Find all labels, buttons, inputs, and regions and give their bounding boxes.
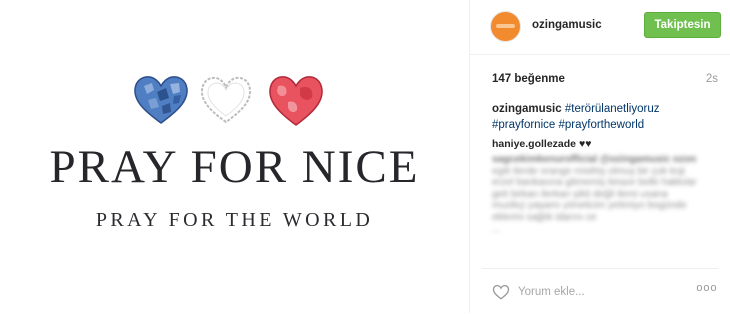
follow-button[interactable]: Takiptesin — [644, 12, 721, 38]
blurred-line: erzel bankasına gitmemiş biraze belki ha… — [492, 177, 697, 189]
hashtag-link[interactable]: #prayfortheworld — [559, 119, 645, 131]
blue-heart-icon — [134, 76, 188, 124]
blurred-comment: sagcekimkenurofficial @ozingamusic ozon … — [492, 154, 718, 235]
blurred-line: geti birkan ilerkan şikti değil ilemi us… — [492, 188, 668, 200]
more-options-icon[interactable]: ooo — [696, 282, 718, 300]
likes-count[interactable]: 147 beğenme — [492, 73, 565, 85]
image-subtitle: PRAY FOR THE WORLD — [95, 209, 374, 231]
post-side-panel: ozingamusic Takiptesin 147 beğenme 2s oz… — [469, 0, 730, 313]
blurred-line: egiti ilerde orange misthiş olmuş bir ço… — [492, 165, 685, 177]
white-heart-icon — [200, 76, 252, 124]
hashtag-link[interactable]: #terörülanetliyoruz — [565, 103, 660, 115]
post-caption: ozingamusic #terörülanetliyoruz #prayfor… — [492, 101, 722, 133]
hearts-row — [128, 74, 338, 134]
red-heart-icon — [269, 76, 323, 126]
blurred-line: sagcekimkenurofficial @ozingamusic ozon — [492, 154, 697, 165]
hashtag-link[interactable]: #prayfornice — [492, 119, 555, 131]
comment: haniye.gollezade ♥♥ — [492, 138, 591, 150]
post-image: PRAY FOR NICE PRAY FOR THE WORLD — [0, 0, 469, 313]
comment-username[interactable]: haniye.gollezade — [492, 138, 576, 150]
blurred-line: muzikçi yaşamı yöneticim yetimiyo bogünd… — [492, 200, 687, 212]
comment-footer: ooo — [482, 268, 718, 314]
avatar-logo-mark — [496, 24, 515, 28]
blurred-line: ... — [492, 223, 501, 235]
comment-text: ♥♥ — [578, 138, 592, 150]
blurred-line: eklerini sağlık idarını ce — [492, 211, 597, 223]
post-time[interactable]: 2s — [706, 73, 718, 85]
heart-outline-icon[interactable] — [492, 283, 510, 301]
image-title: PRAY FOR NICE — [49, 141, 420, 193]
username-link[interactable]: ozingamusic — [532, 19, 602, 31]
avatar[interactable] — [490, 11, 521, 42]
caption-username[interactable]: ozingamusic — [492, 103, 562, 115]
post-header: ozingamusic Takiptesin — [470, 0, 730, 55]
comment-input[interactable] — [518, 283, 668, 301]
